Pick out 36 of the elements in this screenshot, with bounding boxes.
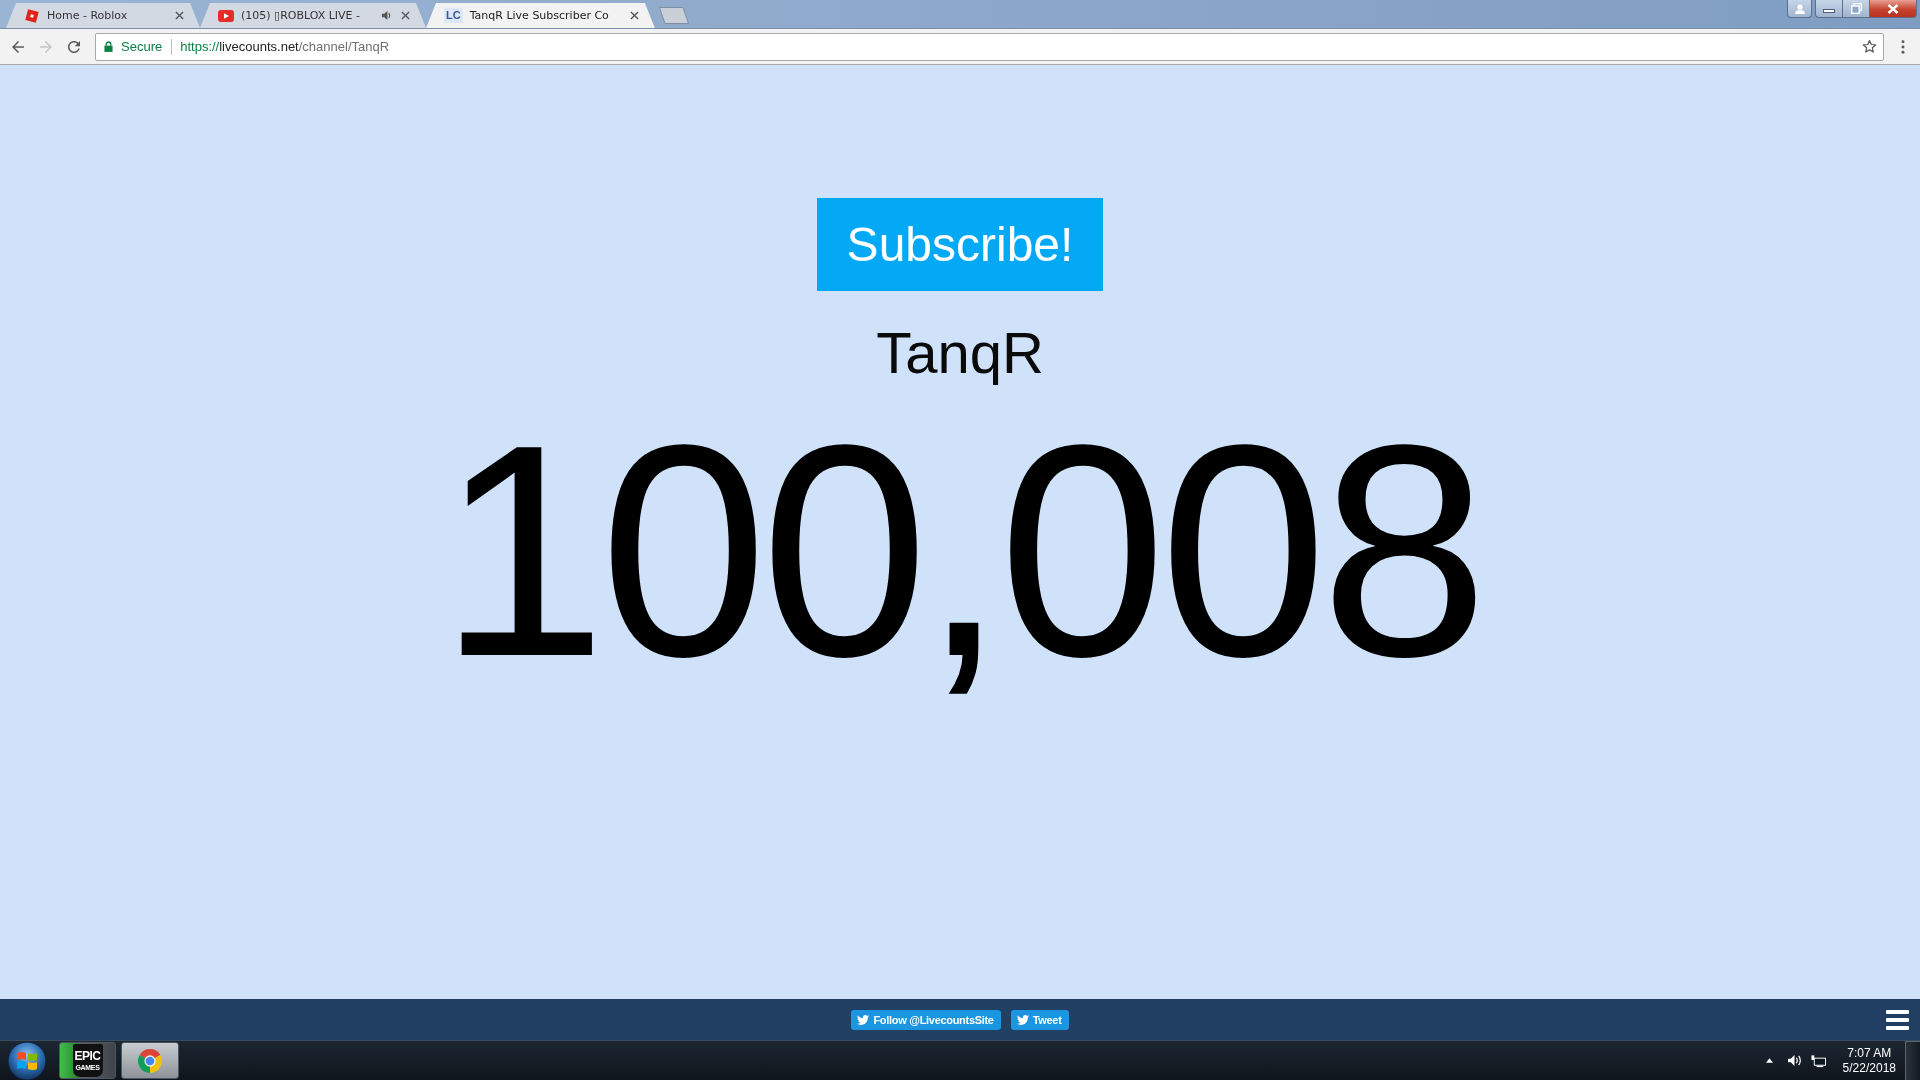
- caret-up-icon[interactable]: [1765, 1058, 1773, 1063]
- browser-tab[interactable]: Home - Roblox: [6, 3, 200, 28]
- clock-date: 5/22/2018: [1842, 1060, 1896, 1076]
- browser-tab[interactable]: (105) ▯ROBLOX LIVE -: [200, 3, 426, 28]
- person-icon: [1793, 3, 1806, 14]
- lock-icon: [104, 41, 113, 52]
- star-icon[interactable]: [1862, 39, 1877, 54]
- close-icon[interactable]: [175, 11, 184, 20]
- address-field[interactable]: Secure https://livecounts.net/channel/TanqR: [95, 32, 1884, 61]
- menu-icon[interactable]: [1886, 1009, 1909, 1030]
- speaker-icon[interactable]: [1786, 1054, 1802, 1067]
- restore-button[interactable]: [1843, 0, 1870, 18]
- bird-icon: [1016, 1013, 1029, 1026]
- start-orb-icon[interactable]: [7, 1040, 47, 1080]
- circle-logo-icon: [137, 1047, 163, 1074]
- close-icon: [1887, 3, 1899, 14]
- browser-tab[interactable]: LC TanqR Live Subscriber Co: [426, 3, 655, 28]
- url-text[interactable]: https://livecounts.net/channel/TanqR: [180, 39, 1862, 54]
- show-desktop-button[interactable]: [1905, 1040, 1920, 1080]
- restore-icon: [1850, 3, 1862, 14]
- close-icon[interactable]: [629, 11, 639, 20]
- channel-name: TanqR: [876, 319, 1044, 387]
- minimize-button[interactable]: [1815, 0, 1843, 18]
- bird-icon: [857, 1013, 870, 1026]
- more-menu-icon[interactable]: [1901, 39, 1905, 54]
- security-label[interactable]: Secure: [121, 39, 163, 54]
- taskbar-app-button[interactable]: [121, 1042, 179, 1079]
- profile-button[interactable]: [1787, 0, 1812, 18]
- play-icon: [218, 7, 234, 24]
- close-button[interactable]: [1870, 0, 1917, 18]
- monitor-icon[interactable]: [1810, 1053, 1826, 1068]
- minimize-icon: [1823, 8, 1835, 13]
- clock-time: 7:07 AM: [1847, 1045, 1892, 1061]
- favicon: LC: [444, 8, 463, 23]
- subscriber-count: 100,008: [438, 400, 1482, 702]
- close-icon[interactable]: [401, 11, 410, 20]
